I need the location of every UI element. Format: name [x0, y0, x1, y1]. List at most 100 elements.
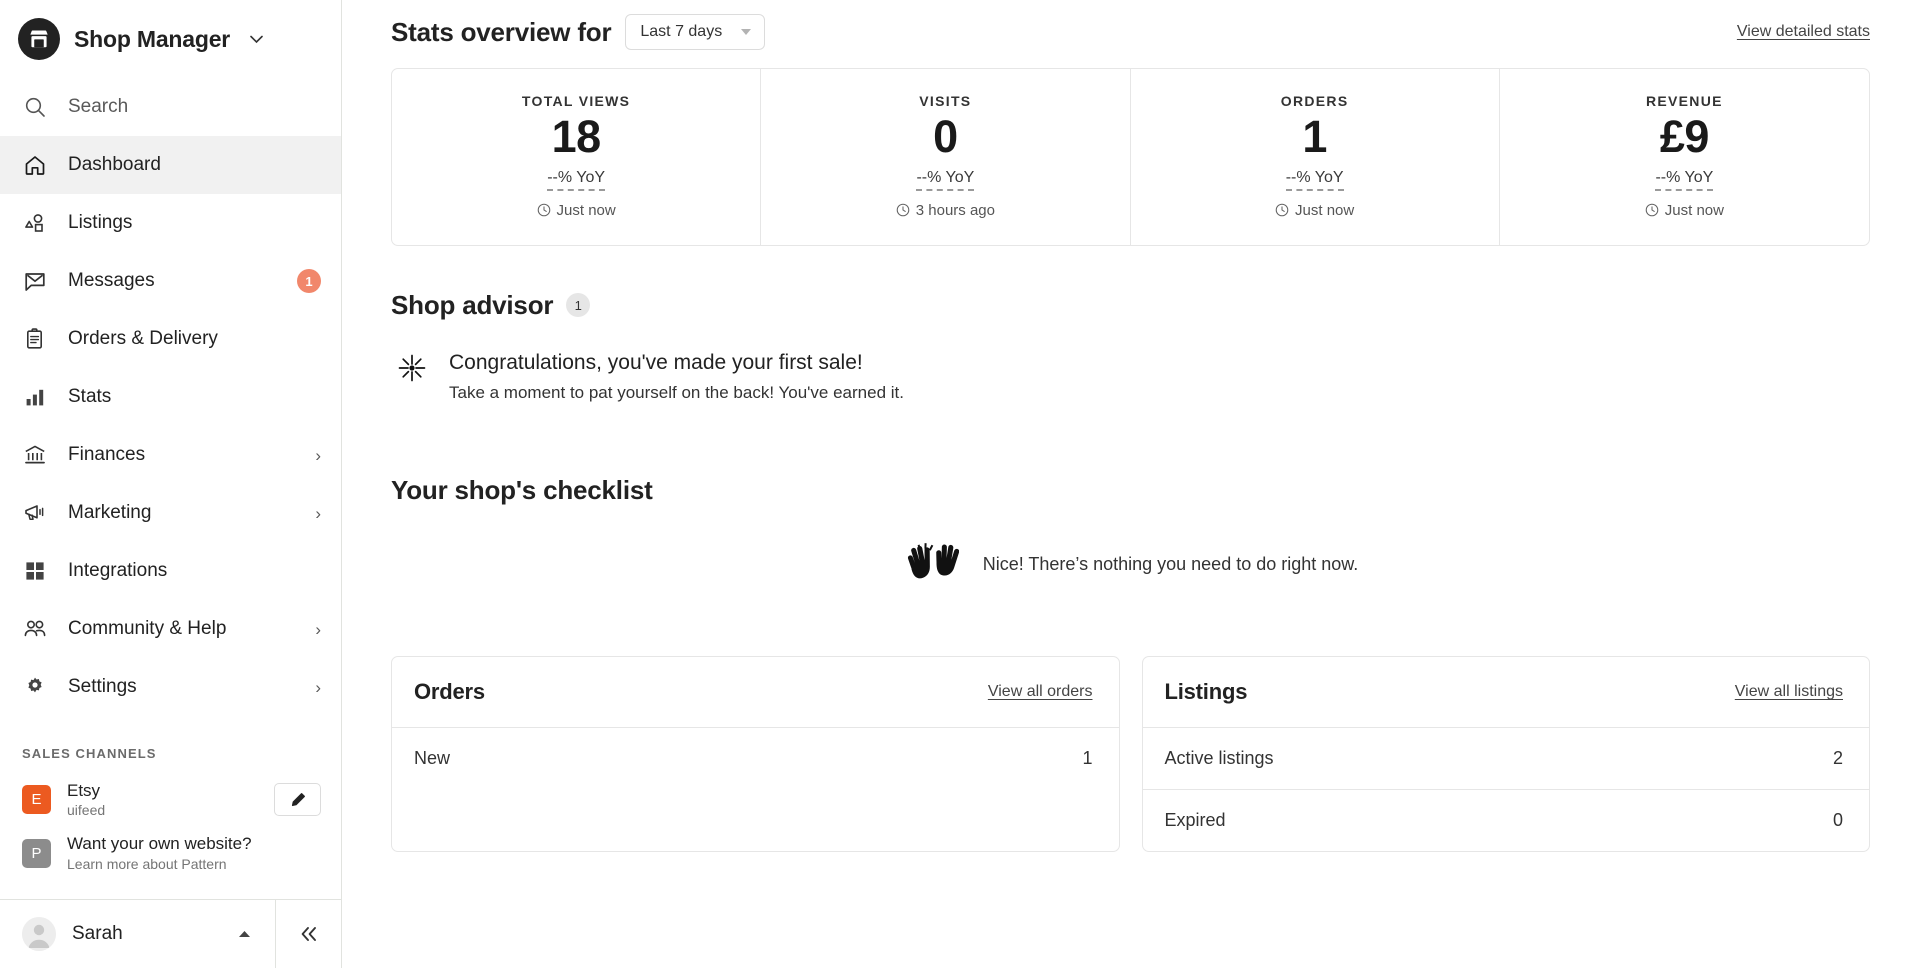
- stat-timestamp-row: 3 hours ago: [771, 202, 1119, 219]
- chevron-up-icon: [238, 930, 251, 938]
- bar-chart-icon: [22, 384, 48, 410]
- shop-advisor-heading: Congratulations, you've made your first …: [449, 350, 863, 374]
- mail-icon: [22, 268, 48, 294]
- sales-channel-pattern[interactable]: P Want your own website? Learn more abou…: [0, 826, 341, 879]
- view-all-orders-link[interactable]: View all orders: [988, 683, 1093, 701]
- gear-icon: [22, 674, 48, 700]
- stat-label: Visits: [919, 93, 972, 109]
- chevron-down-icon: [250, 35, 263, 44]
- stats-header-left: Stats overview for Last 7 days: [391, 14, 766, 50]
- collapse-sidebar-button[interactable]: [275, 900, 341, 968]
- view-all-listings-link[interactable]: View all listings: [1735, 683, 1843, 701]
- section-title: Your shop's checklist: [391, 474, 653, 505]
- sidebar-item-label: Orders & Delivery: [68, 328, 218, 349]
- stat-card-revenue[interactable]: Revenue £9 --% YoY Just now: [1500, 69, 1869, 245]
- sidebar-item-integrations[interactable]: Integrations: [0, 542, 341, 600]
- shop-advisor-text: Congratulations, you've made your first …: [449, 349, 904, 405]
- sidebar: Shop Manager Search Dashboard Listings M…: [0, 0, 342, 968]
- stat-timestamp: 3 hours ago: [915, 201, 995, 219]
- sidebar-item-label: Dashboard: [68, 154, 161, 175]
- main-inner: Stats overview for Last 7 days View deta…: [343, 0, 1920, 852]
- sales-channel-etsy[interactable]: E Etsy uifeed: [0, 773, 341, 826]
- stat-card-visits[interactable]: Visits 0 --% YoY 3 hours ago: [761, 69, 1131, 245]
- stats-overview-header: Stats overview for Last 7 days View deta…: [391, 0, 1870, 68]
- listings-icon: [22, 210, 48, 236]
- row-value: 0: [1832, 809, 1843, 830]
- shop-manager-brand[interactable]: Shop Manager: [0, 0, 341, 78]
- clock-icon: [537, 203, 551, 217]
- raising-hands-icon: [903, 540, 959, 590]
- sidebar-item-settings[interactable]: Settings ›: [0, 658, 341, 716]
- avatar: [22, 917, 56, 951]
- table-row[interactable]: New 1: [392, 728, 1119, 789]
- brand-title: Shop Manager: [74, 25, 231, 52]
- table-row[interactable]: Active listings 2: [1142, 728, 1869, 790]
- chevron-right-icon: ›: [315, 677, 321, 697]
- status-badge: 1: [297, 269, 321, 293]
- checklist-empty-message: Nice! There’s nothing you need to do rig…: [982, 554, 1359, 575]
- megaphone-icon: [22, 500, 48, 526]
- stat-label: Revenue: [1645, 93, 1723, 109]
- sidebar-item-search[interactable]: Search: [0, 78, 341, 136]
- table-row[interactable]: Expired 0: [1143, 790, 1870, 851]
- sidebar-item-messages[interactable]: Messages 1: [0, 252, 341, 310]
- sidebar-scroll-area: Shop Manager Search Dashboard Listings M…: [0, 0, 341, 899]
- sidebar-item-stats[interactable]: Stats: [0, 368, 341, 426]
- shop-advisor-count: 1: [566, 293, 591, 318]
- stat-yoy: --% YoY: [547, 169, 606, 191]
- sidebar-item-label: Settings: [68, 676, 137, 697]
- stat-card-orders[interactable]: Orders 1 --% YoY Just now: [1131, 69, 1500, 245]
- stat-card-total-views[interactable]: Total views 18 --% YoY Just now: [392, 69, 762, 245]
- sidebar-item-label: Community & Help: [68, 618, 227, 639]
- sidebar-item-orders-delivery[interactable]: Orders & Delivery: [0, 310, 341, 368]
- stat-value: £9: [1659, 111, 1710, 162]
- stat-yoy: --% YoY: [1285, 169, 1344, 191]
- sidebar-item-label: Stats: [68, 386, 112, 407]
- stat-timestamp: Just now: [556, 201, 616, 219]
- app-root: Shop Manager Search Dashboard Listings M…: [0, 0, 1920, 968]
- view-detailed-stats-link[interactable]: View detailed stats: [1737, 23, 1870, 41]
- grid-icon: [22, 558, 48, 584]
- clock-icon: [896, 203, 910, 217]
- listings-panel: Listings View all listings Active listin…: [1141, 655, 1870, 852]
- sidebar-item-listings[interactable]: Listings: [0, 194, 341, 252]
- sidebar-item-label: Messages: [68, 270, 155, 291]
- stat-value: 18: [551, 111, 602, 162]
- stat-yoy: --% YoY: [1655, 169, 1714, 191]
- chevron-right-icon: ›: [315, 619, 321, 639]
- stat-label: Total views: [521, 93, 631, 109]
- clock-icon: [1645, 203, 1659, 217]
- chevron-right-icon: ›: [315, 445, 321, 465]
- sales-channels-label: Sales channels: [22, 746, 157, 761]
- bank-icon: [22, 442, 48, 468]
- channel-title: Want your own website?: [67, 834, 252, 854]
- user-menu[interactable]: Sarah: [0, 900, 275, 968]
- people-icon: [22, 616, 48, 642]
- stat-timestamp-row: Just now: [402, 202, 750, 219]
- orders-panel: Orders View all orders New 1: [391, 655, 1120, 852]
- stat-timestamp: Just now: [1664, 201, 1724, 219]
- shop-advisor-item[interactable]: Congratulations, you've made your first …: [391, 321, 1870, 405]
- stat-yoy: --% YoY: [916, 169, 975, 191]
- stat-value: 0: [933, 111, 958, 162]
- checklist-empty-state: Nice! There’s nothing you need to do rig…: [391, 506, 1870, 596]
- shop-advisor-header: Shop advisor 1: [391, 290, 1870, 321]
- sidebar-item-finances[interactable]: Finances ›: [0, 426, 341, 484]
- sidebar-item-dashboard[interactable]: Dashboard: [0, 136, 341, 194]
- sidebar-item-label: Finances: [68, 444, 146, 465]
- row-value: 1: [1082, 747, 1093, 768]
- clock-icon: [1275, 203, 1289, 217]
- stat-value: 1: [1302, 111, 1327, 162]
- shop-advisor-body: Take a moment to pat yourself on the bac…: [449, 383, 904, 403]
- home-icon: [22, 152, 48, 178]
- row-label: New: [414, 747, 451, 768]
- sidebar-item-label: Marketing: [68, 502, 152, 523]
- sidebar-item-label: Integrations: [68, 560, 168, 581]
- pencil-icon[interactable]: [274, 783, 321, 817]
- period-select[interactable]: Last 7 days: [625, 14, 766, 50]
- channel-subtitle: Learn more about Pattern: [67, 855, 227, 872]
- sidebar-footer: Sarah: [0, 899, 341, 968]
- search-icon: [22, 94, 48, 120]
- sidebar-item-community-help[interactable]: Community & Help ›: [0, 600, 341, 658]
- sidebar-item-marketing[interactable]: Marketing ›: [0, 484, 341, 542]
